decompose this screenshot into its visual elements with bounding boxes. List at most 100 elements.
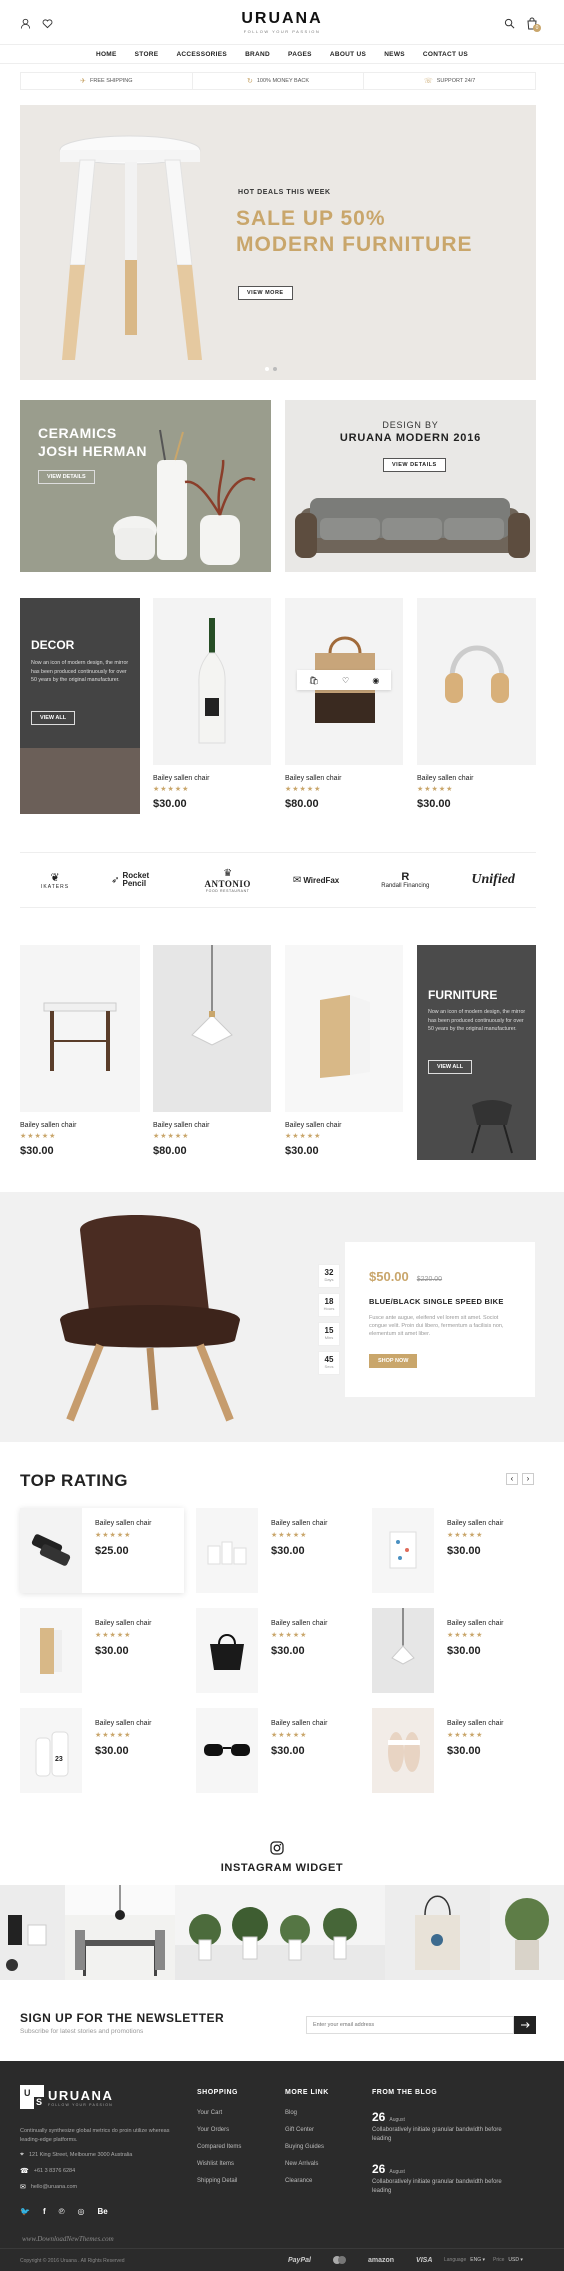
product-card[interactable]: 🛍 ♡ ◉ Bailey sallen chair ★★★★★ $80.00 bbox=[285, 598, 403, 810]
bag-icon[interactable]: 🛍 bbox=[309, 676, 319, 685]
nav-news[interactable]: NEWS bbox=[384, 51, 405, 58]
product-name[interactable]: Bailey sallen chair bbox=[20, 1122, 140, 1129]
rating-card[interactable]: Bailey sallen chair ★★★★★ $30.00 bbox=[372, 1508, 536, 1593]
facebook-icon[interactable]: f bbox=[43, 2207, 46, 2216]
nav-brand[interactable]: BRAND bbox=[245, 51, 270, 58]
product-card[interactable]: Bailey sallen chair ★★★★★ $80.00 bbox=[153, 945, 271, 1157]
rating-stars: ★★★★★ bbox=[447, 1632, 484, 1639]
rating-card[interactable]: Bailey sallen chair ★★★★★ $30.00 bbox=[372, 1608, 536, 1693]
footer-link[interactable]: Buying Guides bbox=[285, 2144, 365, 2150]
chevron-right-icon: › bbox=[526, 1474, 530, 1483]
rating-price: $30.00 bbox=[271, 1745, 305, 1757]
arrow-right-icon bbox=[520, 2022, 530, 2028]
banner-ceramics[interactable]: CERAMICS JOSH HERMAN VIEW DETAILS bbox=[20, 400, 271, 572]
nav-home[interactable]: HOME bbox=[96, 51, 117, 58]
decor-banner[interactable]: DECOR Now an icon of modern design, the … bbox=[20, 598, 140, 814]
pinterest-icon[interactable]: ℗ bbox=[59, 2207, 65, 2216]
slider-dot[interactable] bbox=[265, 367, 269, 371]
search-icon[interactable] bbox=[504, 18, 515, 29]
banner-view-details-button[interactable]: VIEW DETAILS bbox=[38, 470, 95, 484]
slider-dot[interactable] bbox=[273, 367, 277, 371]
headphones-image bbox=[445, 645, 509, 703]
top-rating-next-button[interactable]: › bbox=[522, 1473, 534, 1485]
rating-name[interactable]: Bailey sallen chair bbox=[95, 1520, 151, 1527]
brand-logo-unified[interactable]: Unified bbox=[471, 872, 515, 888]
newsletter-submit-button[interactable] bbox=[514, 2016, 536, 2034]
product-card[interactable]: Bailey sallen chair ★★★★★ $30.00 bbox=[417, 598, 536, 810]
footer-link[interactable]: Wishlist Items bbox=[197, 2161, 277, 2167]
heart-icon[interactable]: ♡ bbox=[342, 676, 349, 685]
product-name[interactable]: Bailey sallen chair bbox=[285, 1122, 403, 1129]
deal-title[interactable]: BLUE/BLACK SINGLE SPEED BIKE bbox=[369, 1297, 504, 1306]
product-card[interactable]: Bailey sallen chair ★★★★★ $30.00 bbox=[285, 945, 403, 1157]
paypal-logo: PayPal bbox=[288, 2256, 311, 2264]
currency-select[interactable]: USD ▾ bbox=[508, 2257, 522, 2263]
brand-logo-ikaters[interactable]: ❦ IKATERS bbox=[41, 871, 69, 890]
footer-link[interactable]: Your Cart bbox=[197, 2110, 277, 2116]
rating-name[interactable]: Bailey sallen chair bbox=[95, 1720, 151, 1727]
footer-link[interactable]: Gift Center bbox=[285, 2127, 365, 2133]
email-text[interactable]: hello@uruana.com bbox=[31, 2184, 77, 2190]
product-name[interactable]: Bailey sallen chair bbox=[417, 775, 536, 782]
newsletter-email-input[interactable] bbox=[306, 2016, 514, 2034]
instagram-icon[interactable] bbox=[270, 1841, 284, 1855]
instagram-photo[interactable] bbox=[385, 1885, 490, 1980]
rating-name[interactable]: Bailey sallen chair bbox=[271, 1620, 327, 1627]
product-card[interactable]: Bailey sallen chair ★★★★★ $30.00 bbox=[20, 945, 140, 1157]
instagram-photo[interactable] bbox=[490, 1885, 564, 1980]
footer-link[interactable]: New Arrivals bbox=[285, 2161, 365, 2167]
rating-name[interactable]: Bailey sallen chair bbox=[447, 1720, 503, 1727]
rating-card[interactable]: Bailey sallen chair ★★★★★ $30.00 bbox=[20, 1608, 184, 1693]
rating-name[interactable]: Bailey sallen chair bbox=[271, 1520, 327, 1527]
brand-logo-randall[interactable]: R Randall Financing bbox=[381, 871, 429, 889]
nav-accessories[interactable]: ACCESSORIES bbox=[176, 51, 227, 58]
eye-icon[interactable]: ◉ bbox=[372, 676, 379, 685]
footer-link[interactable]: Your Orders bbox=[197, 2127, 277, 2133]
product-name[interactable]: Bailey sallen chair bbox=[153, 1122, 271, 1129]
nav-store[interactable]: STORE bbox=[135, 51, 159, 58]
rating-name[interactable]: Bailey sallen chair bbox=[95, 1620, 151, 1627]
rating-card[interactable]: 23 Bailey sallen chair ★★★★★ $30.00 bbox=[20, 1708, 184, 1793]
behance-icon[interactable]: Be bbox=[98, 2207, 108, 2216]
footer-link[interactable]: Compared Items bbox=[197, 2144, 277, 2150]
product-name[interactable]: Bailey sallen chair bbox=[285, 775, 403, 782]
slider-dots bbox=[265, 367, 277, 371]
rating-card[interactable]: Bailey sallen chair ★★★★★ $30.00 bbox=[196, 1608, 360, 1693]
instagram-photo[interactable] bbox=[65, 1885, 175, 1980]
nav-pages[interactable]: PAGES bbox=[288, 51, 312, 58]
product-card[interactable]: Bailey sallen chair ★★★★★ $30.00 bbox=[153, 598, 271, 810]
site-logo[interactable]: URUANA FOLLOW YOUR PASSION bbox=[0, 10, 564, 34]
rating-name[interactable]: Bailey sallen chair bbox=[271, 1720, 327, 1727]
hero-view-more-button[interactable]: VIEW MORE bbox=[238, 286, 293, 300]
footer-link[interactable]: Clearance bbox=[285, 2178, 365, 2184]
footer-link[interactable]: Shipping Detail bbox=[197, 2178, 277, 2184]
rating-name[interactable]: Bailey sallen chair bbox=[447, 1620, 503, 1627]
furniture-banner[interactable]: FURNITURE Now an icon of modern design, … bbox=[417, 945, 536, 1160]
brand-logo-rocket-pencil[interactable]: ➶ Rocket Pencil bbox=[111, 872, 162, 888]
shop-now-button[interactable]: SHOP NOW bbox=[369, 1354, 418, 1368]
brand-logo-antonio[interactable]: ♛ ANTONIO FOOD RESTAURANT bbox=[205, 868, 251, 893]
product-name[interactable]: Bailey sallen chair bbox=[153, 775, 271, 782]
rating-card[interactable]: Bailey sallen chair ★★★★★ $30.00 bbox=[196, 1708, 360, 1793]
footer-logo[interactable]: U S URUANA FOLLOW YOUR PASSION bbox=[20, 2085, 113, 2109]
nav-contact-us[interactable]: CONTACT US bbox=[423, 51, 468, 58]
rating-card[interactable]: Bailey sallen chair ★★★★★ $30.00 bbox=[372, 1708, 536, 1793]
nav-about-us[interactable]: ABOUT US bbox=[330, 51, 366, 58]
banner-view-details-button[interactable]: VIEW DETAILS bbox=[383, 458, 446, 472]
brand-logo-wiredfax[interactable]: ✉ WiredFax bbox=[293, 875, 339, 886]
rating-name[interactable]: Bailey sallen chair bbox=[447, 1520, 503, 1527]
footer-link[interactable]: Blog bbox=[285, 2110, 365, 2116]
banner-uruana-modern[interactable]: DESIGN BY URUANA MODERN 2016 VIEW DETAIL… bbox=[285, 400, 536, 572]
rating-card[interactable]: Bailey sallen chair ★★★★★ $30.00 bbox=[196, 1508, 360, 1593]
top-rating-prev-button[interactable]: ‹ bbox=[506, 1473, 518, 1485]
decor-view-all-button[interactable]: VIEW ALL bbox=[31, 711, 76, 725]
blog-post[interactable]: 26 August Collaboratively initiate granu… bbox=[372, 2110, 542, 2144]
twitter-icon[interactable]: 🐦 bbox=[20, 2207, 30, 2216]
instagram-photo[interactable] bbox=[175, 1885, 385, 1980]
instagram-icon[interactable]: ◎ bbox=[78, 2207, 85, 2216]
blog-post[interactable]: 26 August Collaboratively initiate granu… bbox=[372, 2162, 542, 2196]
language-select[interactable]: ENG ▾ bbox=[470, 2257, 485, 2263]
furniture-view-all-button[interactable]: VIEW ALL bbox=[428, 1060, 473, 1074]
instagram-photo[interactable] bbox=[0, 1885, 65, 1980]
rating-card[interactable]: Bailey sallen chair ★★★★★ $25.00 bbox=[20, 1508, 184, 1593]
